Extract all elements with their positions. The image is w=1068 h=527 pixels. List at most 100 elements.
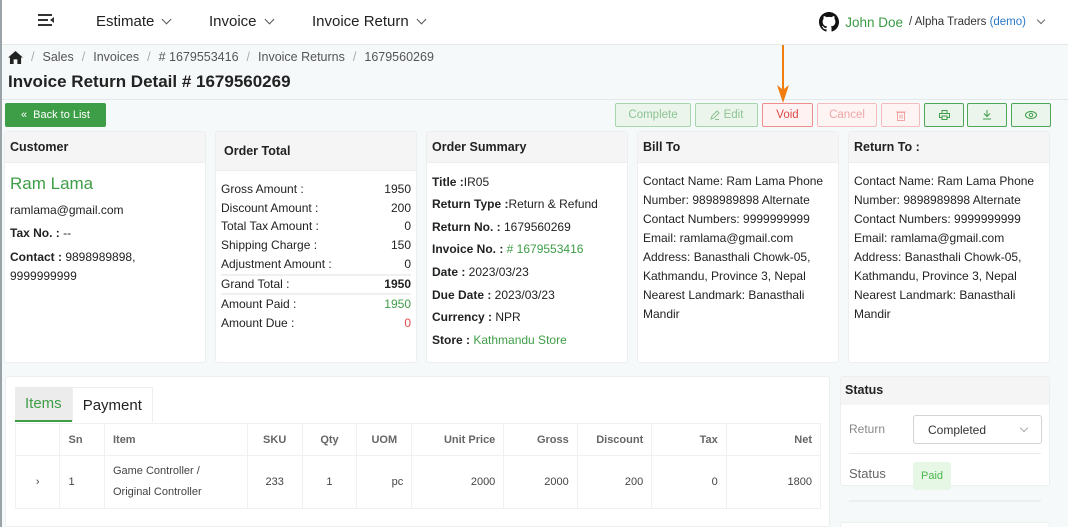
github-icon bbox=[819, 12, 840, 32]
breadcrumb-separator: / bbox=[246, 50, 251, 64]
cancel-label: Cancel bbox=[829, 109, 865, 121]
breadcrumb-separator: / bbox=[147, 50, 151, 64]
void-button[interactable]: Void bbox=[762, 103, 813, 127]
order-total-heading: Order Total bbox=[216, 132, 416, 171]
organization-name: / Alpha Traders (demo) bbox=[908, 16, 1026, 28]
page-title: Invoice Return Detail # 1679560269 bbox=[8, 72, 291, 91]
demo-badge: (demo) bbox=[989, 16, 1026, 28]
cell-discount: 200 bbox=[576, 455, 653, 509]
return-no-field: Return No. : 1679560269 bbox=[432, 220, 571, 234]
column-header-unit-price: Unit Price bbox=[411, 423, 505, 456]
return-to-heading: Return To : bbox=[849, 132, 1049, 163]
return-to-address: Contact Name: Ram Lama Phone Number: 989… bbox=[854, 174, 1035, 321]
divider bbox=[849, 453, 1041, 454]
secondary-panel bbox=[840, 522, 1050, 527]
column-header-sn: Sn bbox=[59, 423, 105, 456]
column-header-discount: Discount bbox=[576, 423, 653, 456]
breadcrumb-separator: / bbox=[31, 50, 35, 64]
nav-estimate[interactable]: Estimate bbox=[96, 13, 172, 30]
divider bbox=[849, 500, 1041, 502]
menu-collapse-icon[interactable] bbox=[38, 14, 54, 28]
status-heading: Status bbox=[841, 377, 1049, 405]
cell-sn: 1 bbox=[59, 455, 105, 509]
nav-invoice-return[interactable]: Invoice Return bbox=[312, 13, 427, 30]
breadcrumb: / Sales / Invoices / # 1679553416 / Invo… bbox=[8, 50, 434, 64]
return-status-value: Completed bbox=[928, 422, 987, 437]
cell-item: Game Controller / Original Controller bbox=[103, 455, 248, 509]
chevron-down-icon bbox=[1019, 423, 1029, 432]
column-header-qty: Qty bbox=[301, 423, 358, 456]
customer-name[interactable]: Ram Lama bbox=[10, 174, 93, 194]
top-nav: Estimate Invoice Invoice Return John Doe… bbox=[2, 0, 1068, 45]
items-table: Sn Item SKU Qty UOM Unit Price Gross Dis… bbox=[14, 423, 822, 509]
chevron-down-icon bbox=[416, 14, 427, 25]
cancel-button[interactable]: Cancel bbox=[817, 103, 877, 127]
annotation-arrow-icon bbox=[777, 45, 789, 103]
invoice-no-field: Invoice No. : # 1679553416 bbox=[432, 242, 584, 256]
back-to-list-label: Back to List bbox=[33, 109, 90, 121]
order-total-card: Order Total Gross Amount :1950 Discount … bbox=[215, 131, 417, 363]
download-icon bbox=[983, 110, 991, 120]
customer-tax: Tax No. : -- bbox=[10, 226, 72, 240]
table-row: › 1 Game Controller / Original Controlle… bbox=[14, 455, 822, 509]
trash-icon bbox=[895, 111, 906, 121]
eye-icon bbox=[1025, 111, 1037, 119]
currency-field: Currency : NPR bbox=[432, 310, 521, 324]
window-edge bbox=[0, 0, 2, 527]
customer-card: Customer Ram Lama ramlama@gmail.com Tax … bbox=[4, 131, 206, 363]
divider bbox=[2, 99, 1068, 100]
return-status-label: Return bbox=[849, 422, 886, 436]
status-badge: Paid bbox=[913, 462, 951, 490]
cell-qty: 1 bbox=[301, 455, 358, 509]
edit-button[interactable]: Edit bbox=[695, 103, 758, 127]
print-button[interactable] bbox=[924, 103, 964, 127]
column-header-tax: Tax bbox=[651, 423, 727, 456]
table-header-row: Sn Item SKU Qty UOM Unit Price Gross Dis… bbox=[14, 423, 822, 456]
store-field: Store : Kathmandu Store bbox=[432, 333, 567, 347]
breadcrumb-sales[interactable]: Sales bbox=[42, 50, 73, 64]
breadcrumb-invoice-returns[interactable]: Invoice Returns bbox=[258, 50, 345, 64]
cell-uom: pc bbox=[356, 455, 413, 509]
store-link[interactable]: Kathmandu Store bbox=[470, 333, 566, 347]
return-status-select[interactable]: Completed bbox=[913, 415, 1042, 444]
discount-amount-row: Discount Amount :200 bbox=[221, 201, 411, 215]
delete-button[interactable] bbox=[881, 103, 920, 127]
invoice-link[interactable]: # 1679553416 bbox=[503, 242, 584, 256]
breadcrumb-current: 1679560269 bbox=[364, 50, 434, 64]
tab-items[interactable]: Items bbox=[15, 387, 72, 422]
download-button[interactable] bbox=[967, 103, 1007, 127]
column-header-uom: UOM bbox=[356, 423, 413, 456]
grand-total-row: Grand Total :1950 bbox=[221, 277, 411, 291]
customer-heading: Customer bbox=[5, 132, 205, 163]
cell-gross: 2000 bbox=[503, 455, 578, 509]
breadcrumb-separator: / bbox=[81, 50, 86, 64]
total-tax-row: Total Tax Amount :0 bbox=[221, 219, 411, 233]
double-chevron-left-icon: « bbox=[21, 109, 28, 121]
user-menu[interactable]: John Doe / Alpha Traders (demo) bbox=[819, 12, 1046, 32]
home-icon[interactable] bbox=[8, 50, 23, 64]
complete-button[interactable]: Complete bbox=[615, 103, 691, 127]
cell-tax: 0 bbox=[651, 455, 727, 509]
column-header-net: Net bbox=[725, 423, 822, 456]
nav-invoice-return-label: Invoice Return bbox=[312, 13, 409, 30]
pencil-icon bbox=[709, 110, 720, 120]
user-name: John Doe bbox=[845, 14, 903, 30]
divider bbox=[221, 274, 411, 276]
divider bbox=[221, 293, 411, 295]
nav-invoice[interactable]: Invoice bbox=[209, 13, 274, 30]
chevron-down-icon bbox=[161, 14, 172, 25]
items-panel: Items Payment Sn Item SKU Qty UOM Unit P… bbox=[5, 376, 830, 527]
view-button[interactable] bbox=[1011, 103, 1051, 127]
return-to-card: Return To : Contact Name: Ram Lama Phone… bbox=[848, 131, 1050, 363]
tab-payment[interactable]: Payment bbox=[71, 387, 153, 422]
bill-to-address: Contact Name: Ram Lama Phone Number: 989… bbox=[643, 174, 824, 321]
breadcrumb-invoices[interactable]: Invoices bbox=[93, 50, 139, 64]
back-to-list-button[interactable]: « Back to List bbox=[5, 103, 106, 127]
column-header-sku: SKU bbox=[246, 423, 303, 456]
tab-bar: Items Payment bbox=[15, 387, 153, 422]
amount-paid-row: Amount Paid :1950 bbox=[221, 297, 411, 311]
expand-row-icon[interactable]: › bbox=[14, 455, 61, 509]
shipping-charge-row: Shipping Charge :150 bbox=[221, 238, 411, 252]
breadcrumb-invoice-number[interactable]: # 1679553416 bbox=[159, 50, 239, 64]
due-date-field: Due Date : 2023/03/23 bbox=[432, 288, 555, 302]
